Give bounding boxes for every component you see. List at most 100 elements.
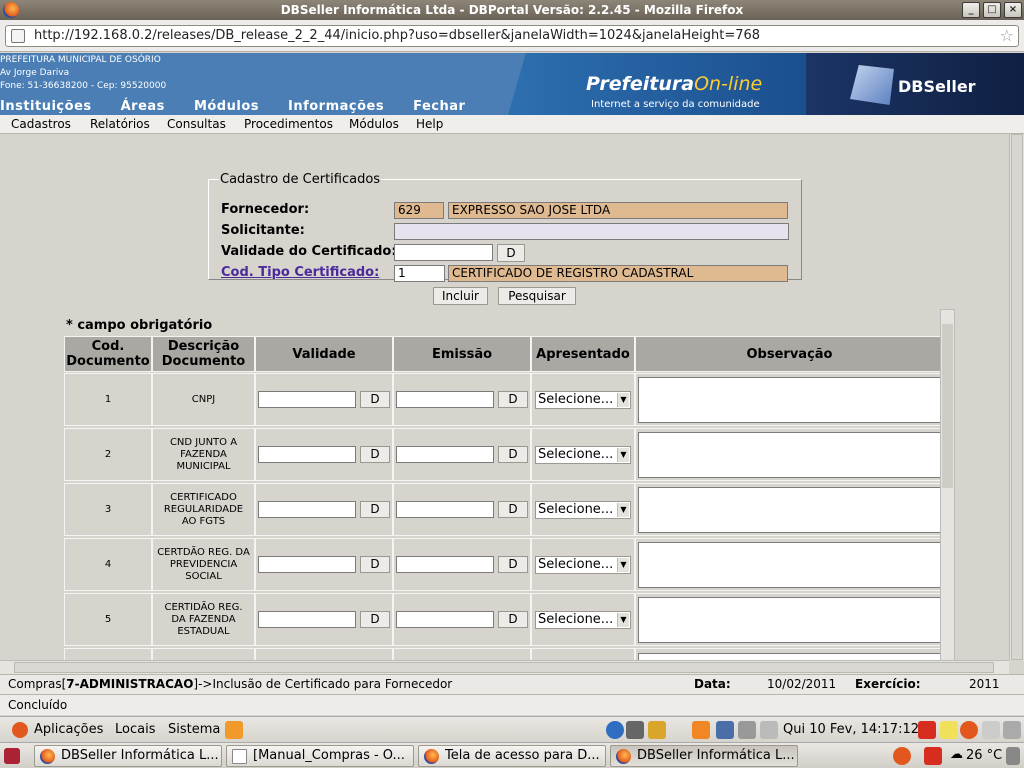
fornecedor-code-field: 629 [394,202,444,219]
emissao-date-button[interactable]: D [498,611,528,628]
window-title: DBSeller Informática Ltda - DBPortal Ver… [280,3,744,17]
menu-relatorios[interactable]: Relatórios [90,117,150,131]
emissao-date-button[interactable]: D [498,391,528,408]
grid-scrollbar[interactable] [940,309,955,660]
shutdown-icon[interactable] [918,721,936,739]
status-path: Compras[7-ADMINISTRACAO]->Inclusão de Ce… [8,677,453,691]
validade-date-button[interactable]: D [497,244,525,262]
menu-fechar[interactable]: Fechar [413,99,465,114]
firefox-tray-icon[interactable] [893,747,911,765]
apresentado-select[interactable]: Selecione... ▼ [535,555,631,574]
volume-icon[interactable] [738,721,756,739]
notification-icon[interactable] [692,721,710,739]
apresentado-select[interactable]: Selecione... ▼ [535,500,631,519]
incluir-button[interactable]: Incluir [433,287,488,305]
alert-icon[interactable] [924,747,942,765]
menu-locais[interactable]: Locais [115,717,155,743]
solicitante-field[interactable] [394,223,789,240]
page-scrollbar[interactable] [1009,134,1024,660]
observacao-textarea[interactable] [638,596,942,643]
horizontal-scrollbar[interactable] [0,660,1009,674]
validade-input[interactable] [258,611,356,628]
tipo-code-input[interactable]: 1 [394,265,445,282]
row-description: CERTIDÃO REG. DA FAZENDA ESTADUAL [152,593,255,646]
printer-icon[interactable] [760,721,778,739]
menu-cadastros[interactable]: Cadastros [11,117,71,131]
task-dbseller-1[interactable]: DBSeller Informática L... [34,745,222,767]
main-content: Cadastro de Certificados Fornecedor: 629… [0,134,1024,660]
header-validade: Validade [255,336,393,372]
menu-consultas[interactable]: Consultas [167,117,226,131]
emissao-input[interactable] [396,611,494,628]
tipo-certificado-link[interactable]: Cod. Tipo Certificado: [221,265,379,280]
mail-icon[interactable] [982,721,1000,739]
calculator-icon[interactable] [626,721,644,739]
firefox-launcher-icon[interactable] [960,721,978,739]
validade-input[interactable] [258,391,356,408]
observacao-textarea[interactable] [638,653,942,660]
emissao-cell: D [393,483,531,536]
help-icon[interactable] [606,721,624,739]
panel-clock[interactable]: Qui 10 Fev, 14:17:12 [783,717,919,743]
menu-areas[interactable]: Áreas [121,99,165,114]
observacao-textarea[interactable] [638,376,942,423]
grid-scroll-thumb[interactable] [942,324,953,488]
emissao-input[interactable] [396,556,494,573]
menu-modulos[interactable]: Módulos [194,99,259,114]
apresentado-select[interactable]: Selecione... ▼ [535,445,631,464]
emissao-date-button[interactable]: D [498,446,528,463]
validade-date-button[interactable]: D [360,611,390,628]
task-dbseller-2[interactable]: DBSeller Informática L... [610,745,798,767]
emissao-input[interactable] [396,391,494,408]
emissao-input[interactable] [396,501,494,518]
apresentado-select[interactable]: Selecione... ▼ [535,610,631,629]
maximize-button[interactable]: □ [983,2,1001,18]
keys-icon[interactable] [648,721,666,739]
menu-instituicoes[interactable]: Instituições [0,99,92,114]
page-scroll-thumb[interactable] [1011,134,1023,660]
firefox-icon [424,749,439,764]
validade-input[interactable] [258,556,356,573]
menu-help[interactable]: Help [416,117,443,131]
emissao-date-button[interactable]: D [498,556,528,573]
emissao-date-button[interactable]: D [498,501,528,518]
minimize-button[interactable]: _ [962,2,980,18]
site-identity-icon[interactable] [11,29,25,43]
menu-informacoes[interactable]: Informações [288,99,384,114]
edit-icon[interactable] [940,721,958,739]
validade-input[interactable] [258,501,356,518]
validade-date-button[interactable]: D [360,446,390,463]
menu-sistema[interactable]: Sistema [168,717,220,743]
window-titlebar: DBSeller Informática Ltda - DBPortal Ver… [0,0,1024,20]
trash-icon[interactable] [1006,747,1020,765]
row-code: 3 [64,483,152,536]
task-manual-compras[interactable]: [Manual_Compras - O... [226,745,414,767]
validade-cell: D [255,593,393,646]
apresentado-select[interactable]: Selecione... ▼ [535,390,631,409]
firefox-icon [616,749,631,764]
menu-aplicacoes[interactable]: Aplicações [34,717,103,743]
observacao-textarea[interactable] [638,541,942,588]
network-icon[interactable] [716,721,734,739]
observacao-textarea[interactable] [638,431,942,478]
observacao-textarea[interactable] [638,486,942,533]
horizontal-scroll-thumb[interactable] [14,662,994,673]
show-desktop-icon[interactable] [4,748,20,764]
menu-procedimentos[interactable]: Procedimentos [244,117,333,131]
validade-date-button[interactable]: D [360,556,390,573]
org-name: PREFEITURA MUNICIPAL DE OSÓRIO [0,55,161,65]
menu-modulos-app[interactable]: Módulos [349,117,399,131]
validade-date-button[interactable]: D [360,501,390,518]
pesquisar-button[interactable]: Pesquisar [498,287,576,305]
app-menubar: Cadastros Relatórios Consultas Procedime… [0,115,1024,134]
url-input[interactable]: http://192.168.0.2/releases/DB_release_2… [5,25,1019,47]
validade-date-button[interactable]: D [360,391,390,408]
emissao-input[interactable] [396,446,494,463]
validade-input[interactable] [258,446,356,463]
launcher-icon[interactable] [225,721,243,739]
validade-date-input[interactable] [394,244,493,261]
chat-icon[interactable] [1003,721,1021,739]
bookmark-star-icon[interactable]: ☆ [1000,26,1014,46]
task-tela-acesso[interactable]: Tela de acesso para D... [418,745,606,767]
close-button[interactable]: × [1004,2,1022,18]
